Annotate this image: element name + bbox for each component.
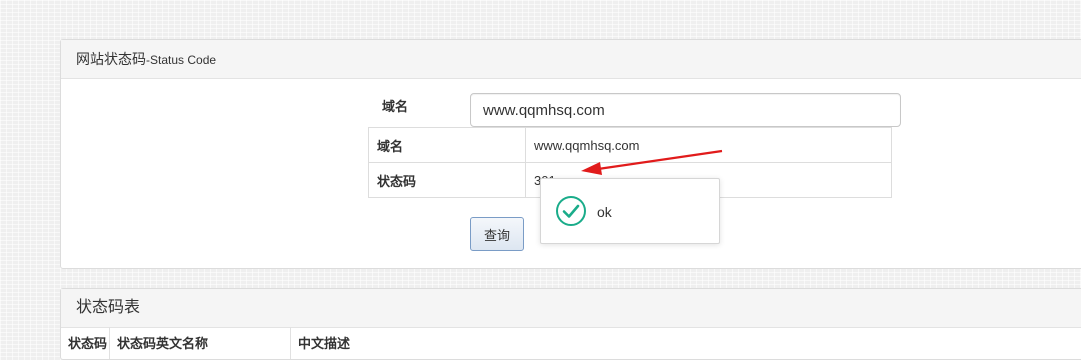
domain-label: 域名 bbox=[382, 99, 409, 114]
check-circle-icon bbox=[556, 196, 586, 226]
ok-toast: ok bbox=[540, 178, 720, 244]
panel-title-sub: -Status Code bbox=[146, 53, 217, 67]
column-header-english-name: 状态码英文名称 bbox=[110, 327, 291, 359]
query-button[interactable]: 查询 bbox=[470, 217, 524, 251]
panel-title-main: 网站状态码 bbox=[76, 51, 146, 67]
panel-title: 网站状态码-Status Code bbox=[61, 40, 1081, 79]
column-header-code: 状态码 bbox=[61, 327, 110, 359]
toast-message: ok bbox=[597, 204, 612, 220]
column-header-description: 中文描述 bbox=[298, 336, 351, 351]
domain-input[interactable] bbox=[470, 93, 901, 127]
status-code-table-panel: 状态码表 状态码 状态码英文名称 中文描述 bbox=[60, 288, 1081, 360]
status-code-table-header: 状态码 状态码英文名称 中文描述 bbox=[61, 327, 1081, 359]
result-key-domain: 域名 bbox=[368, 127, 526, 163]
red-arrow-icon bbox=[581, 149, 723, 175]
panel-title: 状态码表 bbox=[61, 289, 1081, 328]
result-key-status: 状态码 bbox=[368, 162, 526, 198]
